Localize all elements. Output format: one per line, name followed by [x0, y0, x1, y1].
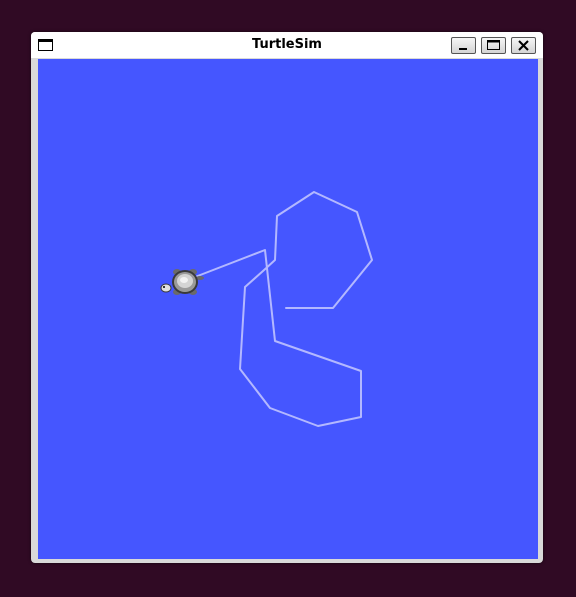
turtle-icon — [160, 269, 204, 295]
close-button[interactable] — [511, 37, 536, 54]
maximize-button[interactable] — [481, 37, 506, 54]
turtlesim-window: TurtleSim — [31, 32, 543, 563]
title-bar[interactable]: TurtleSim — [31, 32, 543, 58]
pen-trail — [194, 191, 373, 427]
minimize-icon — [459, 48, 467, 50]
maximize-icon — [487, 40, 500, 50]
minimize-button[interactable] — [451, 37, 476, 54]
close-icon — [518, 40, 529, 51]
turtle-canvas — [38, 59, 538, 559]
